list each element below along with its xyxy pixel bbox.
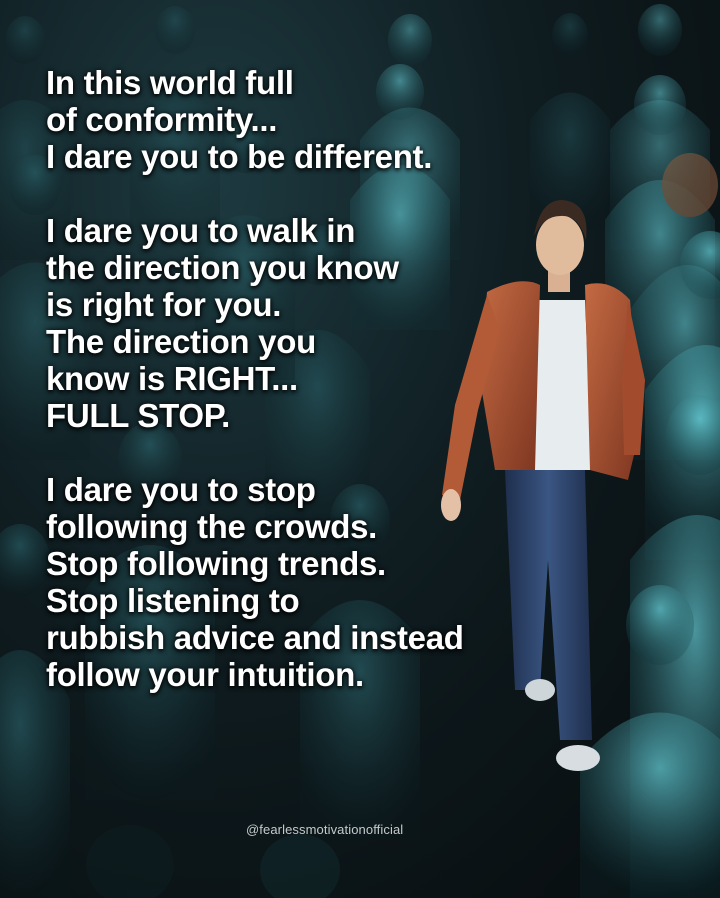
quote-line: The direction you [46, 323, 316, 360]
quote-line: In this world full [46, 64, 294, 101]
quote-line: I dare you to stop [46, 471, 316, 508]
quote-line: of conformity... [46, 101, 278, 138]
motivational-poster: In this world full of conformity... I da… [0, 0, 720, 898]
quote-line: know is RIGHT... [46, 360, 298, 397]
quote-line: rubbish advice and instead [46, 619, 464, 656]
quote-paragraph-3: I dare you to stop following the crowds.… [46, 471, 566, 693]
motivational-quote: In this world full of conformity... I da… [46, 64, 566, 693]
quote-line: Stop following trends. [46, 545, 386, 582]
quote-line: I dare you to walk in [46, 212, 356, 249]
quote-line: I dare you to be different. [46, 138, 433, 175]
quote-line: FULL STOP. [46, 397, 231, 434]
quote-line: is right for you. [46, 286, 282, 323]
quote-line: follow your intuition. [46, 656, 364, 693]
watermark-handle: @fearlessmotivationofficial [246, 822, 404, 837]
quote-line: the direction you know [46, 249, 399, 286]
quote-line: Stop listening to [46, 582, 300, 619]
quote-line: following the crowds. [46, 508, 378, 545]
quote-paragraph-2: I dare you to walk in the direction you … [46, 212, 566, 434]
quote-paragraph-1: In this world full of conformity... I da… [46, 64, 566, 175]
